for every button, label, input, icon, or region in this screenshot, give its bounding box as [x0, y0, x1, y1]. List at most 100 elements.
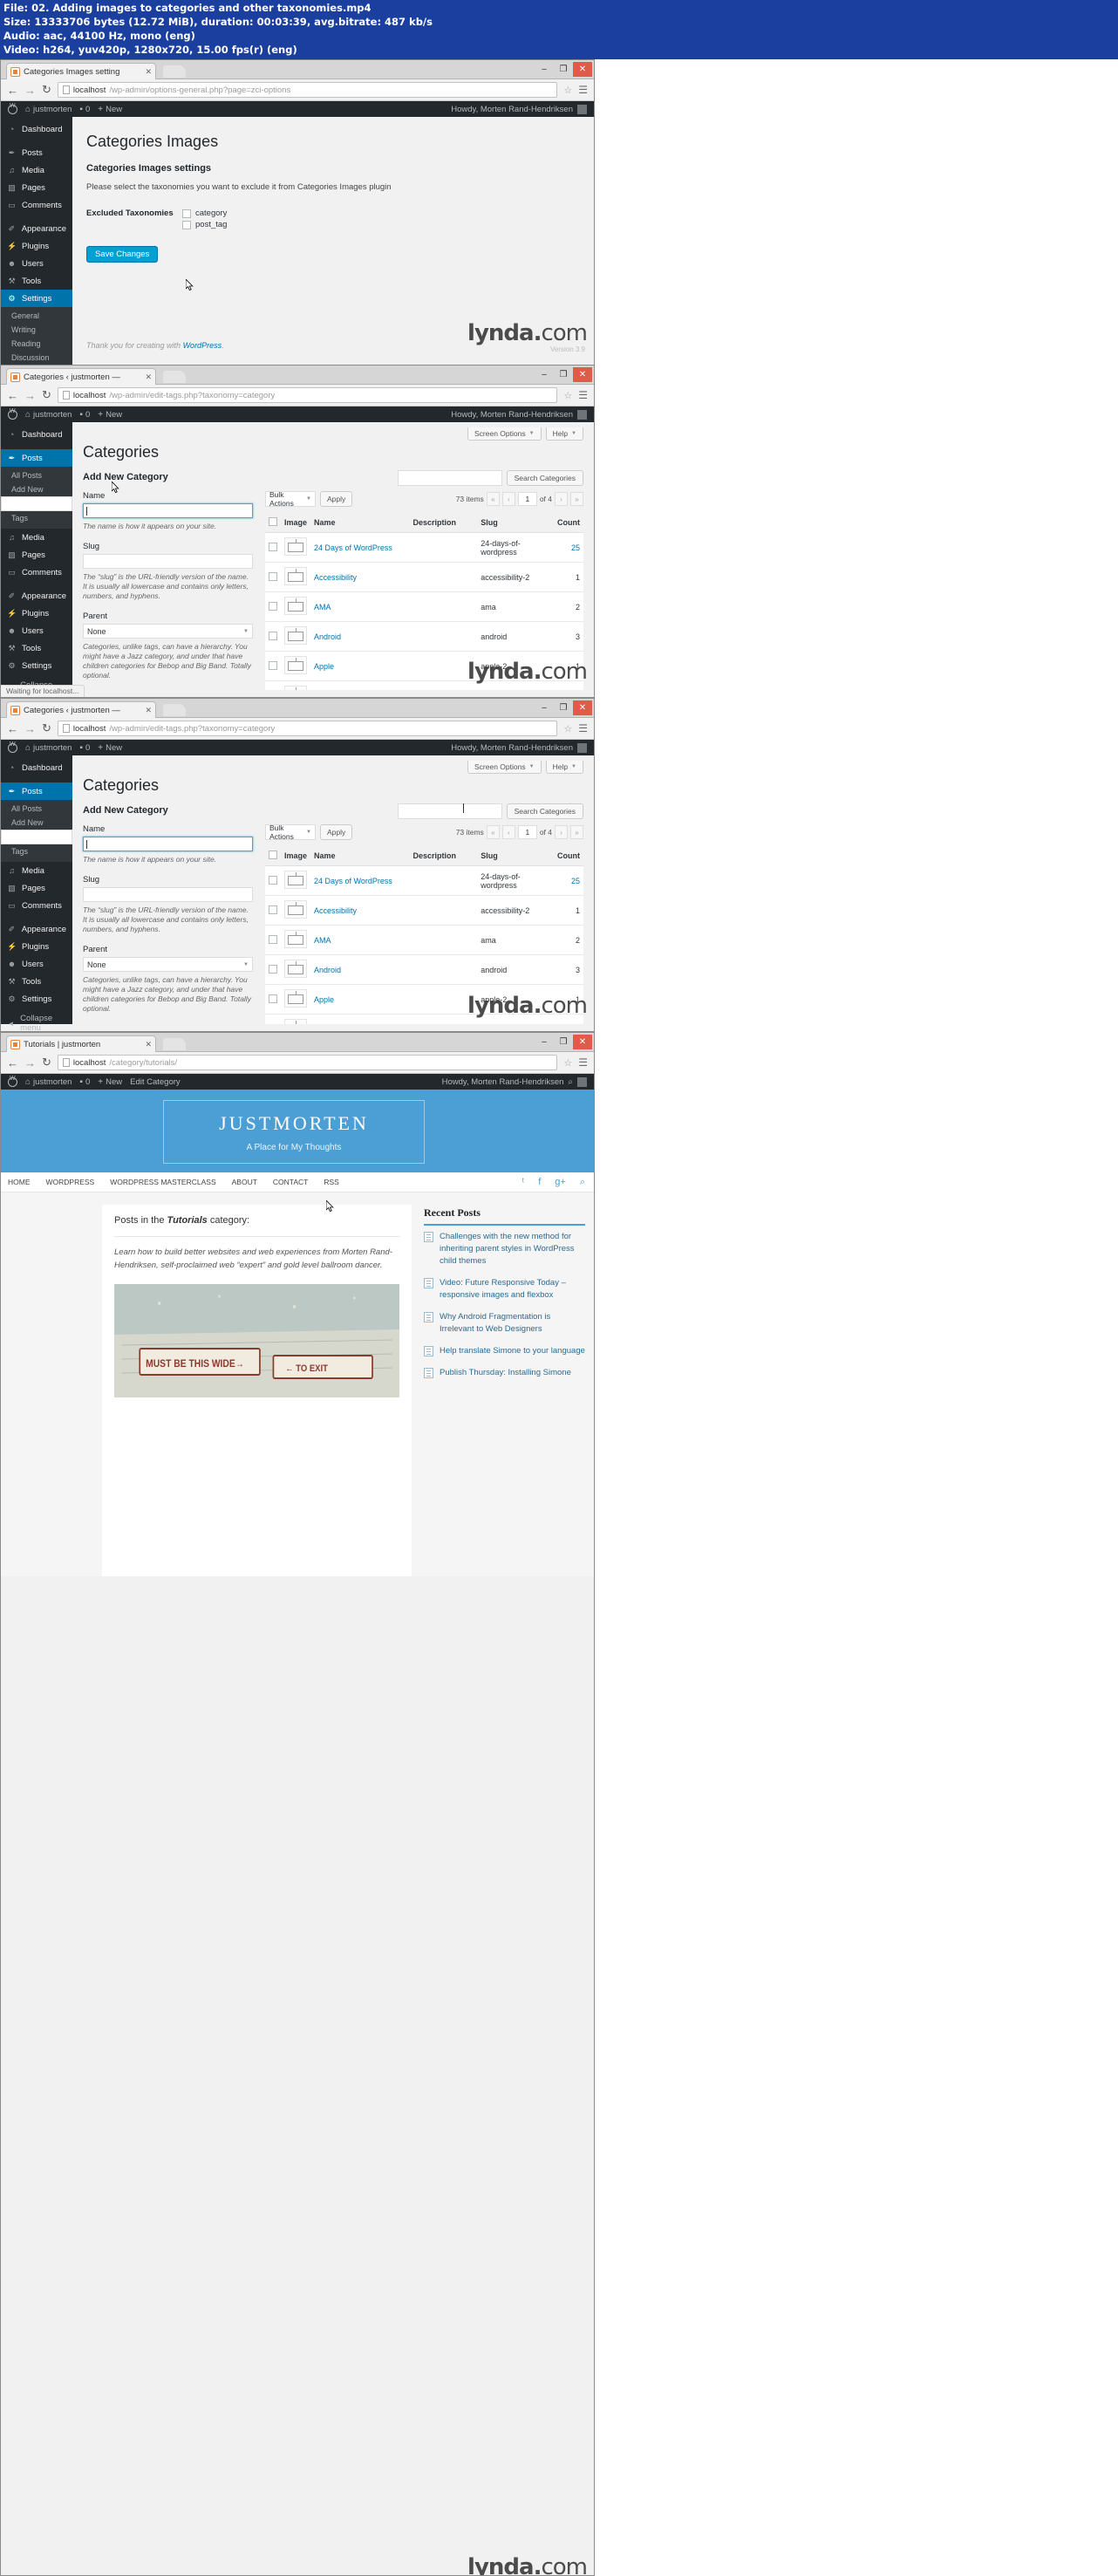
bulk-actions-select[interactable]: Bulk Actions ▼ — [265, 490, 316, 508]
current-page-input[interactable]: 1 — [517, 825, 537, 839]
nav-item-rss[interactable]: RSS — [324, 1178, 338, 1186]
sidebar-item-appearance[interactable]: ✐ Appearance — [1, 220, 72, 237]
wordpress-logo-icon[interactable] — [8, 741, 17, 753]
forward-icon[interactable]: → — [24, 722, 36, 735]
minimize-button[interactable]: – — [535, 367, 554, 382]
checkbox-row-category[interactable]: category — [182, 208, 227, 219]
wordpress-link[interactable]: WordPress — [183, 341, 222, 350]
comments-bubble[interactable]: ▪ 0 — [79, 1077, 90, 1087]
col-image[interactable]: Image — [281, 846, 311, 866]
nav-item-contact[interactable]: CONTACT — [273, 1178, 308, 1186]
checkbox-row[interactable] — [269, 601, 277, 611]
forward-icon[interactable]: → — [24, 1056, 36, 1069]
submenu-add-new[interactable]: Add New — [1, 482, 72, 496]
site-name-menu[interactable]: ⌂ justmorten — [25, 743, 72, 753]
nav-item-about[interactable]: ABOUT — [232, 1178, 257, 1186]
sidebar-item-settings[interactable]: ⚙ Settings — [1, 990, 72, 1008]
checkbox-category[interactable] — [182, 208, 191, 218]
sidebar-item-media[interactable]: ♫ Media — [1, 529, 72, 546]
last-page-button[interactable]: » — [570, 825, 583, 839]
submenu-all-posts[interactable]: All Posts — [1, 468, 72, 482]
sidebar-item-plugins[interactable]: ⚡ Plugins — [1, 237, 72, 255]
submenu-all-posts[interactable]: All Posts — [1, 802, 72, 816]
close-button[interactable]: ✕ — [573, 62, 592, 77]
apply-button[interactable]: Apply — [320, 824, 353, 840]
category-name-link[interactable]: Apple — [314, 995, 334, 1004]
row-checkbox-cell[interactable] — [265, 925, 281, 955]
sidebar-item-users[interactable]: ☻ Users — [1, 255, 72, 272]
comments-bubble[interactable]: ▪ 0 — [79, 743, 90, 753]
sidebar-item-pages[interactable]: ▧ Pages — [1, 879, 72, 897]
new-content-menu[interactable]: + New — [98, 410, 122, 420]
bookmark-star-icon[interactable]: ☆ — [563, 723, 572, 735]
account-menu[interactable]: Howdy, Morten Rand-Hendriksen — [451, 742, 587, 753]
sidebar-item-posts[interactable]: ✒ Posts — [1, 144, 72, 161]
list-item[interactable]: Publish Thursday: Installing Simone — [424, 1367, 585, 1379]
checkbox-row-post-tag[interactable]: post_tag — [182, 219, 227, 230]
sidebar-item-posts[interactable]: ✒ Posts — [1, 449, 72, 467]
select-all-header[interactable] — [265, 846, 281, 866]
row-checkbox-cell[interactable] — [265, 651, 281, 681]
address-bar[interactable]: localhost/wp-admin/edit-tags.php?taxonom… — [57, 387, 558, 403]
col-description[interactable]: Description — [409, 846, 478, 866]
search-categories-button[interactable]: Search Categories — [506, 803, 583, 819]
sidebar-item-media[interactable]: ♫ Media — [1, 161, 72, 179]
minimize-button[interactable]: – — [535, 1035, 554, 1049]
sidebar-item-appearance[interactable]: ✐ Appearance — [1, 587, 72, 605]
bookmark-star-icon[interactable]: ☆ — [563, 390, 572, 401]
sidebar-item-dashboard[interactable]: ◔ Dashboard — [1, 120, 72, 138]
row-checkbox-cell[interactable] — [265, 954, 281, 985]
comments-bubble[interactable]: ▪ 0 — [79, 410, 90, 420]
first-page-button[interactable]: « — [486, 492, 500, 506]
col-count[interactable]: Count — [554, 513, 583, 533]
recent-post-title[interactable]: Why Android Fragmentation is Irrelevant … — [440, 1311, 585, 1336]
tab-categories-images-settings[interactable]: Categories Images setting ✕ — [6, 63, 156, 79]
help-tab[interactable]: Help ▼ — [545, 761, 583, 774]
checkbox-post-tag[interactable] — [182, 220, 191, 229]
prev-page-button[interactable]: ‹ — [501, 825, 515, 839]
submenu-discussion[interactable]: Discussion — [1, 351, 72, 365]
name-input[interactable] — [83, 837, 253, 851]
googleplus-icon[interactable]: g+ — [555, 1177, 566, 1188]
chrome-menu-icon[interactable]: ☰ — [578, 1056, 588, 1069]
site-name-menu[interactable]: ⌂ justmorten — [25, 1077, 72, 1087]
sidebar-item-users[interactable]: ☻ Users — [1, 622, 72, 639]
tab-tutorials-justmorten[interactable]: Tutorials | justmorten ✕ — [6, 1035, 156, 1052]
submenu-tags[interactable]: Tags — [1, 511, 72, 525]
site-title[interactable]: JUSTMORTEN — [219, 1112, 369, 1135]
checkbox-row[interactable] — [269, 631, 277, 640]
back-icon[interactable]: ← — [7, 722, 18, 735]
recent-post-title[interactable]: Help translate Simone to your language — [440, 1345, 585, 1357]
forward-icon[interactable]: → — [24, 84, 36, 97]
submenu-general[interactable]: General — [1, 309, 72, 323]
col-description[interactable]: Description — [409, 513, 478, 533]
new-tab-button[interactable] — [163, 371, 186, 383]
submenu-add-new[interactable]: Add New — [1, 816, 72, 830]
close-button[interactable]: ✕ — [573, 700, 592, 715]
maximize-button[interactable]: ❐ — [554, 1035, 573, 1049]
sidebar-item-plugins[interactable]: ⚡ Plugins — [1, 605, 72, 622]
sidebar-item-comments[interactable]: ▭ Comments — [1, 564, 72, 581]
wordpress-logo-icon[interactable] — [8, 408, 17, 420]
col-count[interactable]: Count — [554, 846, 583, 866]
comments-bubble[interactable]: ▪ 0 — [79, 105, 90, 114]
account-menu[interactable]: Howdy, Morten Rand-Hendriksen — [451, 409, 587, 420]
screen-options-tab[interactable]: Screen Options ▼ — [467, 427, 542, 441]
collapse-menu-button[interactable]: ◂ Collapse menu — [1, 1014, 72, 1031]
new-content-menu[interactable]: + New — [98, 743, 122, 753]
forward-icon[interactable]: → — [24, 389, 36, 402]
col-name[interactable]: Name — [310, 513, 410, 533]
back-icon[interactable]: ← — [7, 389, 18, 402]
sidebar-item-settings[interactable]: ⚙ Settings — [1, 657, 72, 674]
row-checkbox-cell[interactable] — [265, 562, 281, 592]
checkbox-row[interactable] — [269, 542, 277, 551]
bookmark-star-icon[interactable]: ☆ — [563, 85, 572, 96]
list-item[interactable]: Video: Future Responsive Today – respons… — [424, 1277, 585, 1302]
chrome-menu-icon[interactable]: ☰ — [578, 84, 588, 96]
sidebar-item-tools[interactable]: ⚒ Tools — [1, 272, 72, 290]
reload-icon[interactable]: ↻ — [42, 721, 51, 735]
slug-input[interactable] — [83, 887, 253, 902]
maximize-button[interactable]: ❐ — [554, 367, 573, 382]
row-checkbox-cell[interactable] — [265, 1014, 281, 1024]
new-tab-button[interactable] — [163, 704, 186, 716]
